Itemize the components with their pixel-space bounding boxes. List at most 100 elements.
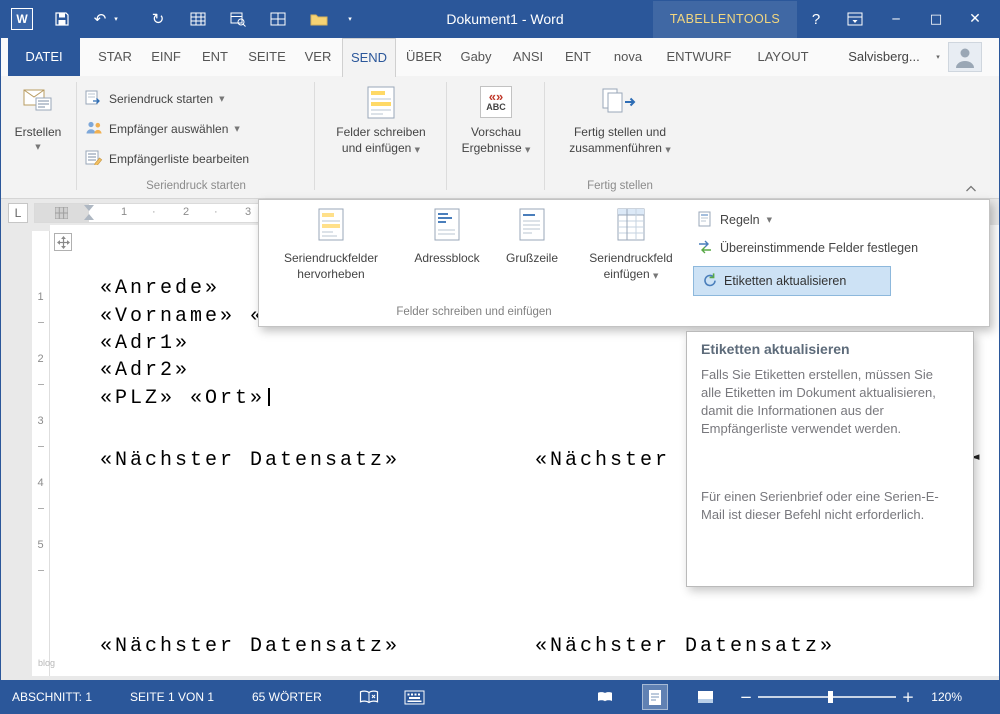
save-icon[interactable] (50, 0, 74, 38)
avatar[interactable] (948, 42, 982, 72)
table-move-handle-icon[interactable] (54, 233, 72, 251)
tab-tabellentools-layout[interactable]: LAYOUT (744, 38, 822, 76)
tab-ent2[interactable]: ENT (556, 38, 600, 76)
write-fields-icon (365, 86, 397, 124)
print-layout-icon[interactable] (642, 684, 668, 710)
web-layout-icon[interactable] (692, 684, 718, 710)
match-fields-button[interactable]: Übereinstimmende Felder festlegen (697, 236, 918, 260)
tab-ansicht[interactable]: ANSI (502, 38, 554, 76)
group-separator (446, 82, 447, 190)
ruler-number: 1 (32, 291, 49, 303)
ribbon-display-icon[interactable] (842, 0, 868, 38)
undo-icon[interactable]: ↶ (90, 0, 110, 38)
tab-sendungen-active[interactable]: SEND (342, 38, 396, 77)
tooltip-body: Falls Sie Etiketten erstellen, müssen Si… (701, 366, 939, 438)
column-marker-icon[interactable] (55, 207, 68, 222)
status-word-count[interactable]: 65 WÖRTER (252, 680, 322, 714)
hanging-indent-marker[interactable] (84, 214, 94, 220)
greeting-line-icon (518, 208, 546, 250)
vertical-ruler[interactable]: 1 2 3 4 5 (32, 231, 50, 676)
preview-results-button[interactable]: «»ABC Vorschau Ergebnisse ▼ (452, 82, 540, 158)
folder-icon[interactable] (306, 0, 332, 38)
tab-start[interactable]: STAR (88, 38, 142, 76)
ruler-tick (38, 322, 44, 323)
qat-grid-icon[interactable] (266, 0, 290, 38)
next-record-field[interactable]: «Nächster Datensatz» (100, 449, 400, 472)
tab-tabellentools-entwurf[interactable]: ENTWURF (656, 38, 742, 76)
merge-field-vorname[interactable]: «Vorname» «N (100, 305, 280, 328)
dropdown-arrow-icon: ▼ (665, 146, 670, 154)
ruler-tick (38, 446, 44, 447)
zoom-in-icon[interactable]: + (900, 680, 916, 714)
minimize-icon[interactable]: ─ (882, 0, 910, 38)
edit-recipient-list-button[interactable]: Empfängerliste bearbeiten (82, 146, 252, 172)
first-line-indent-marker[interactable] (84, 205, 94, 211)
proofing-icon[interactable] (358, 689, 380, 709)
dropdown-arrow-icon: ▼ (767, 216, 772, 224)
keyboard-icon[interactable] (404, 690, 425, 708)
group-label-seriendruck-starten: Seriendruck starten (82, 180, 310, 192)
status-bar: ABSCHNITT: 1 SEITE 1 VON 1 65 WÖRTER − +… (0, 680, 1000, 714)
merge-field-adr2[interactable]: «Adr2» (100, 359, 190, 382)
tab-ueberpruefen[interactable]: ÜBER (398, 38, 450, 76)
tab-datei[interactable]: DATEI (8, 38, 80, 76)
update-labels-button[interactable]: Etiketten aktualisieren (693, 266, 891, 296)
undo-dropdown-icon[interactable]: ▾ (110, 0, 122, 38)
qat-find-icon[interactable] (226, 0, 250, 38)
insert-merge-field-button[interactable]: Seriendruckfeld einfügen ▼ (571, 204, 691, 284)
merge-field-anrede[interactable]: «Anrede» (100, 277, 220, 300)
maximize-icon[interactable]: □ (922, 0, 950, 38)
group-separator (544, 82, 545, 190)
qat-table-icon[interactable] (186, 0, 210, 38)
zoom-slider-track[interactable] (758, 696, 896, 698)
close-icon[interactable]: ✕ (958, 0, 992, 38)
tab-seite[interactable]: SEITE (240, 38, 294, 76)
match-fields-icon (697, 239, 713, 258)
ruler-tick (38, 384, 44, 385)
read-mode-icon[interactable] (592, 684, 618, 710)
address-block-button[interactable]: Adressblock (401, 204, 493, 266)
select-recipients-button[interactable]: Empfänger auswählen ▼ (82, 116, 243, 142)
text-cursor (268, 388, 270, 406)
tab-verweise[interactable]: VER (296, 38, 340, 76)
collapse-ribbon-icon[interactable] (964, 182, 978, 196)
word-logo-icon[interactable]: W (8, 0, 36, 38)
tab-gaby[interactable]: Gaby (452, 38, 500, 76)
tab-selector[interactable]: L (8, 203, 28, 223)
next-record-field[interactable]: «Nächster Datensatz» (100, 635, 400, 658)
zoom-out-icon[interactable]: − (738, 680, 754, 714)
rules-button[interactable]: Regeln ▼ (697, 208, 772, 232)
insert-merge-field-icon (616, 208, 646, 250)
account-name[interactable]: Salvisberg... (836, 38, 932, 76)
finish-merge-button[interactable]: Fertig stellen und zusammenführen ▼ (550, 82, 690, 158)
ruler-tick (38, 508, 44, 509)
create-button[interactable]: Erstellen ▼ (6, 82, 70, 151)
select-recipients-icon (85, 120, 103, 138)
tooltip-etiketten-aktualisieren: Etiketten aktualisieren Falls Sie Etiket… (686, 331, 974, 587)
help-icon[interactable]: ? (804, 0, 828, 38)
merge-field-adr1[interactable]: «Adr1» (100, 332, 190, 355)
dropdown-arrow-icon: ▼ (415, 146, 420, 154)
redo-icon[interactable]: ↻ (146, 0, 170, 38)
tab-entwurf[interactable]: ENT (192, 38, 238, 76)
greeting-line-button[interactable]: Grußzeile (495, 204, 569, 266)
tab-nova[interactable]: nova (602, 38, 654, 76)
dropdown-arrow-icon: ▼ (35, 143, 40, 151)
zoom-level[interactable]: 120% (916, 680, 962, 714)
status-page[interactable]: SEITE 1 VON 1 (130, 680, 214, 714)
highlight-merge-fields-button[interactable]: Seriendruckfelder hervorheben (263, 204, 399, 282)
zoom-slider-handle[interactable] (828, 691, 833, 703)
edit-list-icon (85, 150, 103, 168)
write-insert-fields-button[interactable]: Felder schreiben und einfügen ▼ (320, 82, 442, 158)
account-dropdown-icon[interactable]: ▾ (932, 38, 944, 76)
dropdown-arrow-icon: ▼ (525, 146, 530, 154)
status-section[interactable]: ABSCHNITT: 1 (12, 680, 92, 714)
ruler-tick: · (214, 206, 218, 218)
ribbon-tab-bar: DATEI STAR EINF ENT SEITE VER SEND ÜBER … (0, 38, 1000, 76)
qat-customize-icon[interactable]: ▾ (342, 0, 358, 38)
tab-einfuegen[interactable]: EINF (142, 38, 190, 76)
start-mail-merge-button[interactable]: Seriendruck starten ▼ (82, 86, 227, 112)
next-record-field[interactable]: «Nächster D (535, 449, 700, 472)
next-record-field[interactable]: «Nächster Datensatz» (535, 635, 835, 658)
merge-field-plz-ort[interactable]: «PLZ» «Ort» (100, 387, 265, 410)
